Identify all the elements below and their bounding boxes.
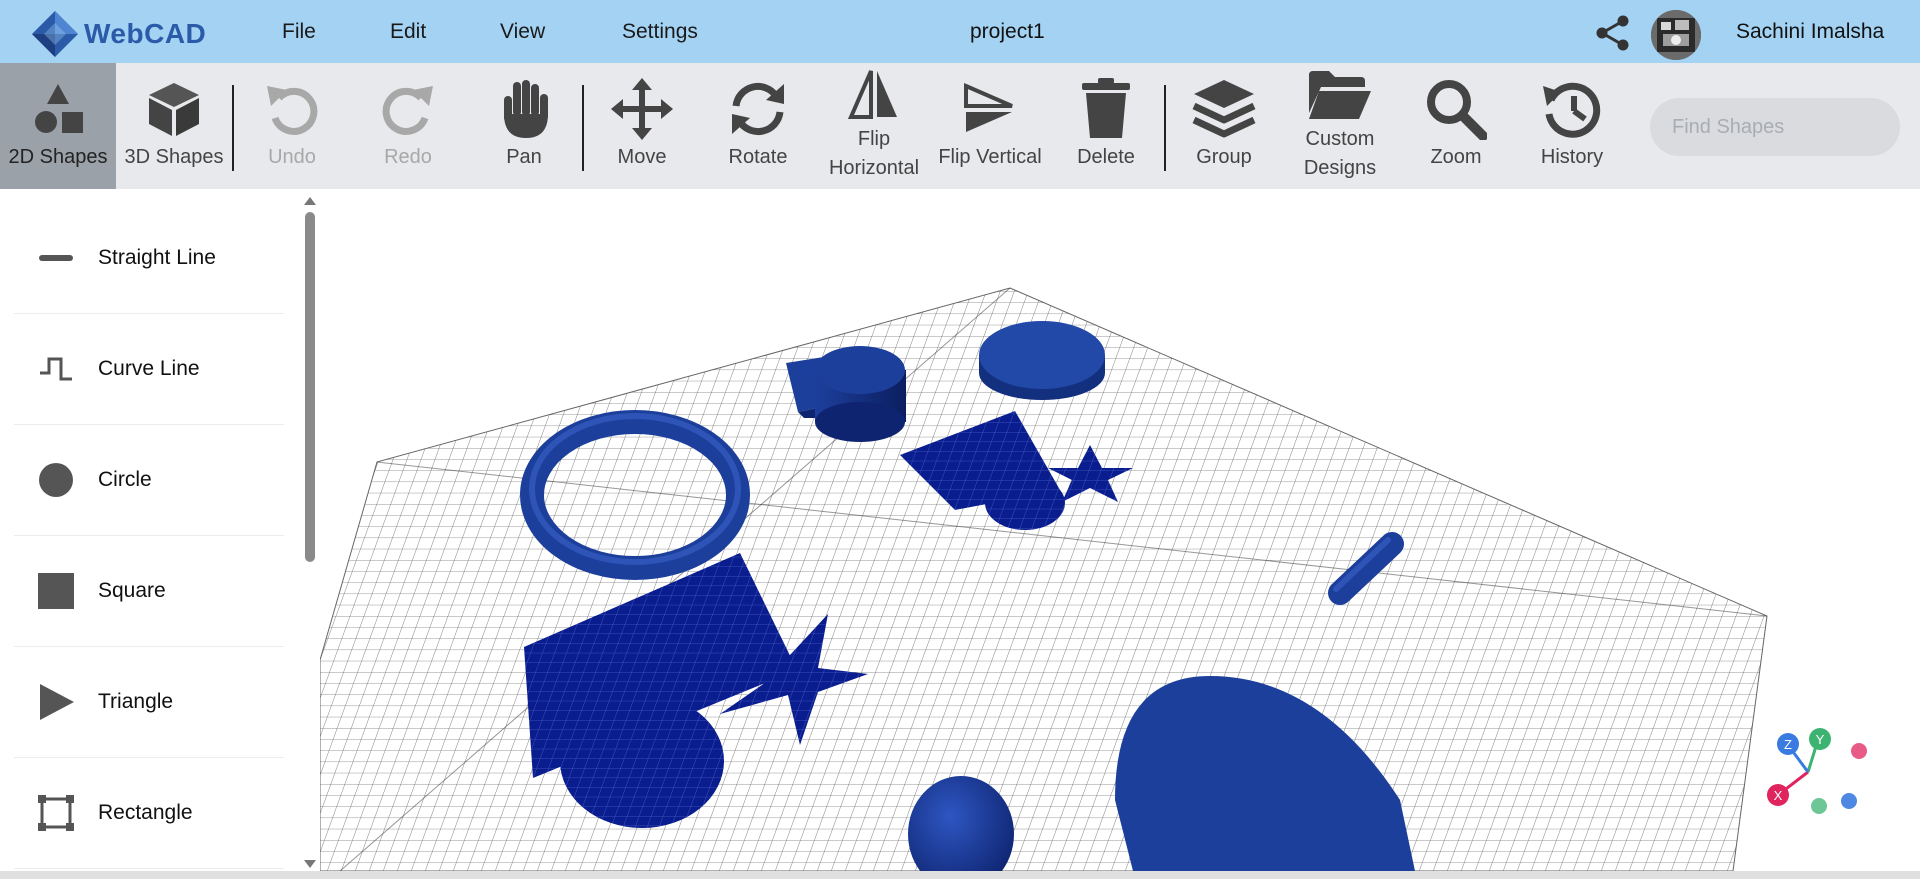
toolbar-divider bbox=[232, 85, 234, 171]
3d-viewport[interactable]: X Y Z bbox=[319, 189, 1920, 879]
tool-label: History bbox=[1540, 146, 1604, 168]
axis-neg-z-handle[interactable] bbox=[1841, 793, 1857, 809]
cylinder-shape[interactable] bbox=[815, 346, 906, 442]
tool-rotate[interactable]: Rotate bbox=[702, 63, 814, 189]
hand-icon bbox=[504, 80, 548, 138]
axis-x-label: X bbox=[1774, 788, 1783, 803]
sidebar-item-label: Curve Line bbox=[98, 357, 200, 380]
project-title[interactable]: project1 bbox=[970, 20, 1045, 44]
straight-line-icon bbox=[39, 255, 73, 261]
tool-3d-shapes[interactable]: 3D Shapes bbox=[116, 63, 232, 189]
tool-label: Flip Vertical bbox=[938, 146, 1042, 168]
sidebar-item-label: Rectangle bbox=[98, 801, 193, 824]
tool-flip-horizontal[interactable]: Flip Horizontal bbox=[818, 63, 930, 189]
tool-flip-vertical[interactable]: Flip Vertical bbox=[932, 63, 1048, 189]
toolbar: 2D Shapes 3D Shapes Undo Redo Pan Move R… bbox=[0, 63, 1920, 189]
tool-group[interactable]: Group bbox=[1166, 63, 1282, 189]
tool-history[interactable]: History bbox=[1516, 63, 1628, 189]
tool-label: 3D Shapes bbox=[124, 146, 224, 168]
undo-icon bbox=[267, 86, 318, 135]
axis-z-label: Z bbox=[1784, 737, 1792, 752]
move-arrows-icon bbox=[611, 78, 673, 140]
find-shapes-input[interactable] bbox=[1650, 98, 1900, 156]
tool-move[interactable]: Move bbox=[586, 63, 698, 189]
layers-icon bbox=[1192, 80, 1256, 138]
tool-label: Custom Designs bbox=[1303, 128, 1377, 179]
sidebar-scrollbar[interactable] bbox=[305, 212, 315, 562]
sidebar-item-circle[interactable]: Circle bbox=[14, 425, 284, 536]
tool-redo[interactable]: Redo bbox=[352, 63, 464, 189]
shapes-sidebar: Straight Line Curve Line Circle Square T… bbox=[0, 189, 320, 879]
sidebar-item-straight-line[interactable]: Straight Line bbox=[14, 203, 284, 314]
menu-settings[interactable]: Settings bbox=[622, 20, 698, 44]
tool-custom-designs[interactable]: Custom Designs bbox=[1282, 63, 1398, 189]
toolbar-divider bbox=[582, 85, 584, 171]
redo-icon bbox=[382, 86, 433, 135]
webcad-app: WebCAD File Edit View Settings project1 … bbox=[0, 0, 1920, 879]
square-icon bbox=[38, 573, 74, 609]
rectangle-icon bbox=[38, 795, 74, 831]
axis-neg-y-handle[interactable] bbox=[1811, 798, 1827, 814]
avatar[interactable] bbox=[1651, 10, 1701, 60]
curve-line-icon bbox=[40, 357, 72, 381]
menu-edit[interactable]: Edit bbox=[390, 20, 426, 44]
menu-view[interactable]: View bbox=[500, 20, 545, 44]
flip-vertical-icon bbox=[964, 82, 1013, 132]
sidebar-item-label: Square bbox=[98, 579, 166, 602]
disc-shape[interactable] bbox=[979, 321, 1105, 400]
axis-y-label: Y bbox=[1816, 732, 1825, 747]
tool-label: Undo bbox=[268, 146, 316, 168]
tool-label: 2D Shapes bbox=[8, 146, 108, 168]
sidebar-item-label: Triangle bbox=[98, 690, 174, 713]
diamond-logo-icon bbox=[32, 11, 78, 57]
tool-undo[interactable]: Undo bbox=[236, 63, 348, 189]
status-strip bbox=[0, 871, 1920, 879]
tool-2d-shapes[interactable]: 2D Shapes bbox=[0, 63, 116, 189]
axis-neg-x-handle[interactable] bbox=[1851, 743, 1867, 759]
sidebar-item-square[interactable]: Square bbox=[14, 536, 284, 647]
axis-gizmo[interactable]: X Y Z bbox=[1767, 728, 1867, 814]
trash-icon bbox=[1082, 78, 1130, 138]
tool-label: Rotate bbox=[728, 146, 788, 168]
history-icon bbox=[1543, 82, 1601, 138]
circle-icon bbox=[39, 463, 73, 497]
sidebar-item-label: Circle bbox=[98, 468, 152, 491]
tool-label: Move bbox=[617, 146, 667, 168]
menu-file[interactable]: File bbox=[282, 20, 316, 44]
user-name: Sachini Imalsha bbox=[1736, 20, 1885, 43]
tool-pan[interactable]: Pan bbox=[468, 63, 580, 189]
flip-horizontal-icon bbox=[847, 70, 897, 119]
tool-label: Pan bbox=[506, 146, 542, 168]
shapes-2d-icon bbox=[35, 84, 83, 133]
menu-bar: WebCAD File Edit View Settings project1 … bbox=[0, 0, 1920, 63]
app-name: WebCAD bbox=[84, 18, 207, 49]
triangle-icon bbox=[40, 684, 74, 720]
tool-zoom[interactable]: Zoom bbox=[1400, 63, 1512, 189]
scroll-down-arrow-icon[interactable] bbox=[302, 858, 318, 870]
avatar-image bbox=[1651, 10, 1701, 60]
sidebar-item-rectangle[interactable]: Rectangle bbox=[14, 758, 284, 869]
folder-open-icon bbox=[1309, 71, 1371, 119]
tool-delete[interactable]: Delete bbox=[1050, 63, 1162, 189]
logo[interactable]: WebCAD bbox=[30, 10, 206, 58]
magnifier-icon bbox=[1427, 80, 1487, 140]
cube-icon bbox=[149, 83, 199, 136]
tool-label: Delete bbox=[1077, 146, 1135, 168]
tool-label: Group bbox=[1196, 146, 1252, 168]
tool-label: Zoom bbox=[1430, 146, 1482, 168]
share-icon[interactable] bbox=[1594, 14, 1632, 52]
sidebar-item-label: Straight Line bbox=[98, 246, 216, 269]
sidebar-item-curve-line[interactable]: Curve Line bbox=[14, 314, 284, 425]
sidebar-item-triangle[interactable]: Triangle bbox=[14, 647, 284, 758]
scroll-up-arrow-icon[interactable] bbox=[302, 195, 318, 207]
tool-label: Redo bbox=[384, 146, 432, 168]
scene-svg: X Y Z bbox=[319, 287, 1867, 879]
tool-label: Flip Horizontal bbox=[828, 128, 920, 179]
rotate-icon bbox=[732, 83, 784, 135]
